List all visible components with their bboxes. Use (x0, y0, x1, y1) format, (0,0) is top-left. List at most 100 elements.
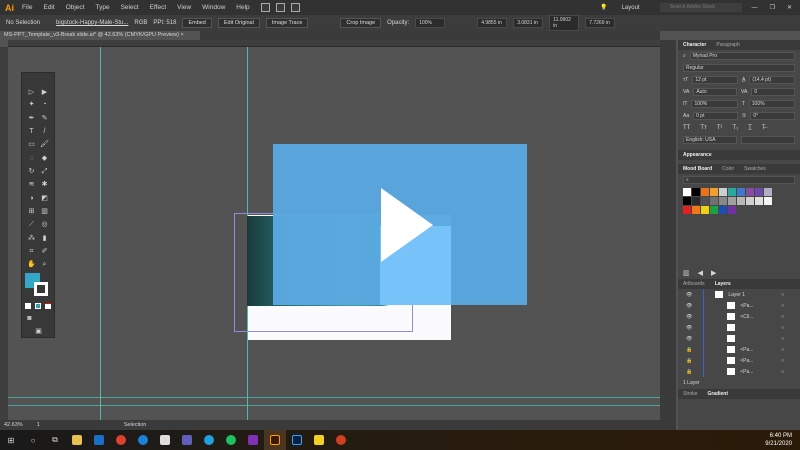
tab-paragraph[interactable]: Paragraph (716, 42, 739, 48)
target-icon[interactable]: ○ (781, 303, 784, 309)
layer-row[interactable]: 🔒 <Pa... ○ (678, 344, 800, 355)
image-trace-button[interactable]: Image Trace (265, 18, 309, 28)
menu-edit[interactable]: Edit (43, 4, 54, 11)
color-swatch[interactable] (683, 197, 691, 205)
color-swatch[interactable] (746, 197, 754, 205)
illustrator-taskbar-icon[interactable] (264, 430, 286, 450)
stock-icon[interactable] (275, 3, 285, 12)
color-swatch[interactable] (746, 188, 754, 196)
target-icon[interactable]: ○ (781, 336, 784, 342)
color-swatch[interactable] (719, 206, 727, 214)
photoshop-icon[interactable] (286, 430, 308, 450)
rectangle-tool-icon[interactable]: ▭ (27, 141, 36, 149)
menu-effect[interactable]: Effect (150, 4, 167, 11)
edge-icon[interactable] (132, 430, 154, 450)
teams-icon[interactable] (176, 430, 198, 450)
lock-icon[interactable]: 🔒 (686, 347, 692, 353)
color-swatch[interactable] (683, 206, 691, 214)
tab-mood-board[interactable]: Mood Board (683, 166, 712, 172)
onenote-icon[interactable] (242, 430, 264, 450)
slice-tool-icon[interactable]: ✐ (40, 248, 49, 256)
blend-tool-icon[interactable]: ◎ (40, 221, 49, 229)
arrange-documents-icon[interactable] (290, 3, 300, 12)
pen-tool-icon[interactable]: ✒ (27, 115, 36, 123)
y-field[interactable]: 3.0831 in (513, 18, 544, 28)
color-mode-button[interactable] (25, 303, 31, 309)
skype-icon[interactable] (198, 430, 220, 450)
color-swatch[interactable] (710, 188, 718, 196)
menu-select[interactable]: Select (121, 4, 139, 11)
remote-app-icon[interactable] (154, 430, 176, 450)
embed-button[interactable]: Embed (182, 18, 212, 28)
paintbrush-icon[interactable]: 🖌 (40, 141, 49, 149)
target-icon[interactable]: ○ (781, 358, 784, 364)
superscript-icon[interactable]: T¹ (717, 125, 723, 131)
layer-row[interactable]: 👁 <Cli... ○ (678, 311, 800, 322)
layer-row[interactable]: 👁 Layer 1 ○ (678, 289, 800, 300)
menu-file[interactable]: File (22, 4, 32, 11)
magic-wand-icon[interactable]: ✦ (27, 101, 36, 109)
outlook-icon[interactable] (88, 430, 110, 450)
width-tool-icon[interactable]: ≋ (27, 181, 36, 189)
baseline-shift-field[interactable]: 0 pt (693, 112, 738, 120)
close-window-button[interactable]: ✕ (787, 4, 792, 11)
bridge-icon[interactable] (260, 3, 270, 12)
menu-view[interactable]: View (177, 4, 191, 11)
chrome-icon[interactable] (110, 430, 132, 450)
character-rotation-field[interactable]: 0° (750, 112, 796, 120)
close-tab-icon[interactable]: × (180, 32, 183, 38)
color-swatch[interactable] (701, 197, 709, 205)
all-caps-icon[interactable]: TT (683, 125, 690, 131)
visibility-eye-icon[interactable]: 👁 (686, 303, 692, 309)
edit-original-button[interactable]: Edit Original (217, 18, 260, 28)
color-swatch[interactable] (737, 188, 745, 196)
task-view-button[interactable]: ⧉ (44, 430, 66, 450)
color-swatch[interactable] (710, 206, 718, 214)
menu-help[interactable]: Help (236, 4, 249, 11)
document-tab[interactable]: MS-PPT_Template_v3-Break slide.ai* @ 42.… (0, 31, 200, 40)
swatch-libraries-icon[interactable]: ▥ (683, 269, 690, 277)
powerpoint-icon[interactable] (330, 430, 352, 450)
color-swatch[interactable] (692, 206, 700, 214)
strikethrough-icon[interactable]: T̶ (762, 125, 766, 131)
color-swatch[interactable] (719, 197, 727, 205)
tab-swatches[interactable]: Swatches (744, 166, 766, 172)
minimize-button[interactable]: — (752, 5, 758, 11)
color-swatch[interactable] (737, 197, 745, 205)
gradient-mode-button[interactable] (35, 303, 41, 309)
color-swatch[interactable] (710, 197, 718, 205)
color-swatch[interactable] (692, 197, 700, 205)
previous-icon[interactable]: ◀ (698, 269, 703, 277)
visibility-eye-icon[interactable]: 👁 (686, 336, 692, 342)
underline-icon[interactable]: T̲ (748, 125, 752, 131)
target-icon[interactable]: ○ (781, 369, 784, 375)
lock-icon[interactable]: 🔒 (686, 358, 692, 364)
tab-gradient[interactable]: Gradient (707, 391, 728, 397)
line-tool-icon[interactable]: / (40, 128, 49, 136)
target-icon[interactable]: ○ (781, 347, 784, 353)
horizontal-ruler[interactable] (8, 40, 660, 47)
zoom-level[interactable]: 42.63% (4, 422, 23, 428)
leading-field[interactable]: (14.4 pt) (749, 76, 796, 84)
font-family-select[interactable]: Myriad Pro (689, 52, 795, 60)
crop-image-button[interactable]: Crop Image (340, 18, 382, 28)
vertical-scale-field[interactable]: 100% (691, 100, 738, 108)
layer-row[interactable]: 👁 ○ (678, 322, 800, 333)
width-field[interactable]: 11.0902 in (549, 15, 580, 31)
anti-aliasing-select[interactable] (741, 136, 795, 144)
font-style-select[interactable]: Regular (683, 64, 795, 72)
color-swatch[interactable] (728, 188, 736, 196)
visibility-eye-icon[interactable]: 👁 (686, 314, 692, 320)
symbol-sprayer-icon[interactable]: ⁂ (27, 235, 36, 243)
start-button[interactable]: ⊞ (0, 430, 22, 450)
shape-builder-icon[interactable]: ◑ (27, 195, 36, 203)
curvature-tool-icon[interactable]: ✎ (40, 115, 49, 123)
perspective-grid-icon[interactable]: ◩ (40, 195, 49, 203)
color-swatch[interactable] (683, 188, 691, 196)
sticky-notes-icon[interactable] (308, 430, 330, 450)
menu-object[interactable]: Object (66, 4, 85, 11)
lightbulb-icon[interactable]: 💡 (600, 4, 607, 11)
x-field[interactable]: 4.9855 in (477, 18, 508, 28)
shaper-tool-icon[interactable]: ◌ (27, 155, 36, 163)
system-clock[interactable]: 6:40 PM 9/21/2020 (765, 432, 792, 448)
